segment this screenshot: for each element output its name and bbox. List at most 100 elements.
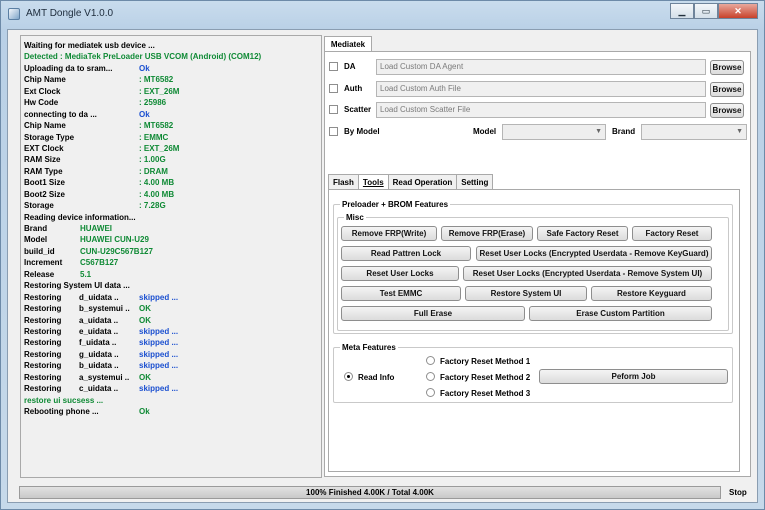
tab-tools[interactable]: Tools	[357, 174, 389, 190]
reset-user-locks-keyguard-button[interactable]: Reset User Locks (Encrypted Userdata - R…	[476, 246, 712, 261]
log-label: Reading device information...	[24, 212, 136, 222]
log-line: Storage Type: EMMC	[24, 132, 321, 143]
log-line: Release 5.1	[24, 269, 321, 280]
window-title: AMT Dongle V1.0.0	[26, 8, 114, 19]
read-pattern-lock-button[interactable]: Read Pattren Lock	[341, 246, 471, 261]
log-label: Restoring	[24, 361, 62, 371]
log-line: restore ui sucsess ...	[24, 395, 321, 406]
restore-keyguard-button[interactable]: Restore Keyguard	[591, 286, 712, 301]
log-value: : MT6582	[139, 75, 174, 85]
log-value: skipped ...	[139, 349, 179, 359]
log-partition: g_uidata ..	[79, 349, 119, 359]
erase-custom-partition-button[interactable]: Erase Custom Partition	[529, 306, 712, 321]
safe-factory-reset-button[interactable]: Safe Factory Reset	[537, 226, 628, 241]
tab-read-operation[interactable]: Read Operation	[387, 174, 458, 190]
factory-reset-button[interactable]: Factory Reset	[632, 226, 712, 241]
tools-panel: Preloader + BROM Features Misc Remove FR…	[328, 189, 740, 472]
scatter-file-field[interactable]: Load Custom Scatter File	[376, 102, 706, 118]
scatter-checkbox[interactable]	[329, 105, 338, 114]
remove-frp-write-button[interactable]: Remove FRP(Write)	[341, 226, 437, 241]
log-value: Ok	[139, 109, 150, 119]
log-line: Boot1 Size: 4.00 MB	[24, 177, 321, 188]
restore-system-ui-button[interactable]: Restore System UI	[465, 286, 587, 301]
log-label: Storage Type	[24, 132, 75, 142]
test-emmc-button[interactable]: Test EMMC	[341, 286, 461, 301]
tab-mediatek[interactable]: Mediatek	[324, 36, 372, 52]
log-value: : DRAM	[139, 166, 168, 176]
da-browse-button[interactable]: Browse	[710, 60, 744, 75]
log-partition: b_systemui ..	[79, 304, 130, 314]
log-value: CUN-U29C567B127	[80, 246, 153, 256]
log-label: Uploading da to sram...	[24, 63, 113, 73]
log-value: : 4.00 MB	[139, 178, 175, 188]
log-line: EXT Clock : EXT_26M	[24, 143, 321, 154]
log-label: Restoring	[24, 349, 62, 359]
maximize-button[interactable]: ▭	[694, 3, 718, 19]
by-model-checkbox[interactable]	[329, 127, 338, 136]
log-line: Reading device information...	[24, 212, 321, 223]
close-button[interactable]: ✕	[718, 3, 758, 19]
log-line: Restoring b_systemui .. OK	[24, 303, 321, 314]
log-line: Hw Code: 25986	[24, 97, 321, 108]
log-value: skipped ...	[139, 338, 179, 348]
log-label: Restoring	[24, 315, 62, 325]
log-value: : 25986	[139, 98, 167, 108]
auth-checkbox[interactable]	[329, 84, 338, 93]
log-panel[interactable]: Waiting for mediatek usb device ... Detec…	[20, 35, 322, 478]
log-label: Storage	[24, 201, 54, 211]
read-info-radio[interactable]	[344, 372, 353, 381]
method1-radio[interactable]	[426, 356, 435, 365]
auth-file-field[interactable]: Load Custom Auth File	[376, 81, 706, 97]
log-label: Restoring	[24, 372, 62, 382]
auth-label: Auth	[344, 84, 363, 93]
meta-group: Meta Features Read Info Factory Reset Me…	[333, 343, 733, 403]
log-line: build_id CUN-U29C567B127	[24, 246, 321, 257]
meta-title: Meta Features	[340, 343, 398, 352]
tab-setting[interactable]: Setting	[456, 174, 494, 190]
log-label: RAM Type	[24, 166, 63, 176]
da-file-field[interactable]: Load Custom DA Agent	[376, 59, 706, 75]
app-icon	[8, 8, 20, 20]
tab-tools-label: Tools	[362, 178, 384, 187]
auth-browse-button[interactable]: Browse	[710, 82, 744, 97]
progress-bar: 100% Finished 4.00K / Total 4.00K	[19, 486, 721, 499]
preloader-title: Preloader + BROM Features	[340, 200, 451, 209]
log-value: 5.1	[80, 269, 92, 279]
model-select[interactable]: ▼	[502, 124, 606, 140]
remove-frp-erase-button[interactable]: Remove FRP(Erase)	[441, 226, 533, 241]
log-label: EXT Clock	[24, 143, 64, 153]
misc-group: Misc Remove FRP(Write) Remove FRP(Erase)…	[337, 213, 729, 331]
preloader-group: Preloader + BROM Features Misc Remove FR…	[333, 200, 733, 334]
log-value: Ok	[139, 407, 150, 416]
log-line: Rebooting phone ... Ok	[24, 406, 321, 417]
log-line: Chip Name: MT6582	[24, 74, 321, 85]
reset-user-locks-button[interactable]: Reset User Locks	[341, 266, 459, 281]
da-checkbox[interactable]	[329, 62, 338, 71]
client-area: Waiting for mediatek usb device ... Detec…	[7, 29, 758, 503]
reset-user-locks-systemui-button[interactable]: Reset User Locks (Encrypted Userdata - R…	[463, 266, 712, 281]
log-value: skipped ...	[139, 292, 179, 302]
method3-radio[interactable]	[426, 388, 435, 397]
log-value: skipped ...	[139, 361, 179, 371]
log-label: Brand	[24, 224, 48, 233]
log-line: Storage: 7.28G	[24, 200, 321, 211]
log-partition: b_uidata ..	[79, 361, 119, 371]
log-line: Restoring a_systemui .. OK	[24, 372, 321, 383]
log-label: Rebooting phone ...	[24, 407, 99, 416]
perform-job-button[interactable]: Peform Job	[539, 369, 728, 384]
tab-flash[interactable]: Flash	[328, 174, 359, 190]
minimize-button[interactable]: ▁	[670, 3, 694, 19]
log-value: skipped ...	[139, 384, 179, 394]
method2-radio[interactable]	[426, 372, 435, 381]
log-value: Ok	[139, 63, 150, 73]
log-value: : EXT_26M	[139, 143, 180, 153]
stop-button[interactable]: Stop	[729, 488, 747, 497]
log-partition: f_uidata ..	[79, 338, 117, 348]
brand-select[interactable]: ▼	[641, 124, 747, 140]
log-line: Restoring c_uidata .. skipped ...	[24, 383, 321, 394]
scatter-browse-button[interactable]: Browse	[710, 103, 744, 118]
chevron-down-icon: ▼	[736, 128, 743, 135]
full-erase-button[interactable]: Full Erase	[341, 306, 525, 321]
app-window: AMT Dongle V1.0.0 ▁ ▭ ✕ Waiting for medi…	[0, 0, 765, 510]
title-bar[interactable]: AMT Dongle V1.0.0 ▁ ▭ ✕	[1, 1, 764, 29]
